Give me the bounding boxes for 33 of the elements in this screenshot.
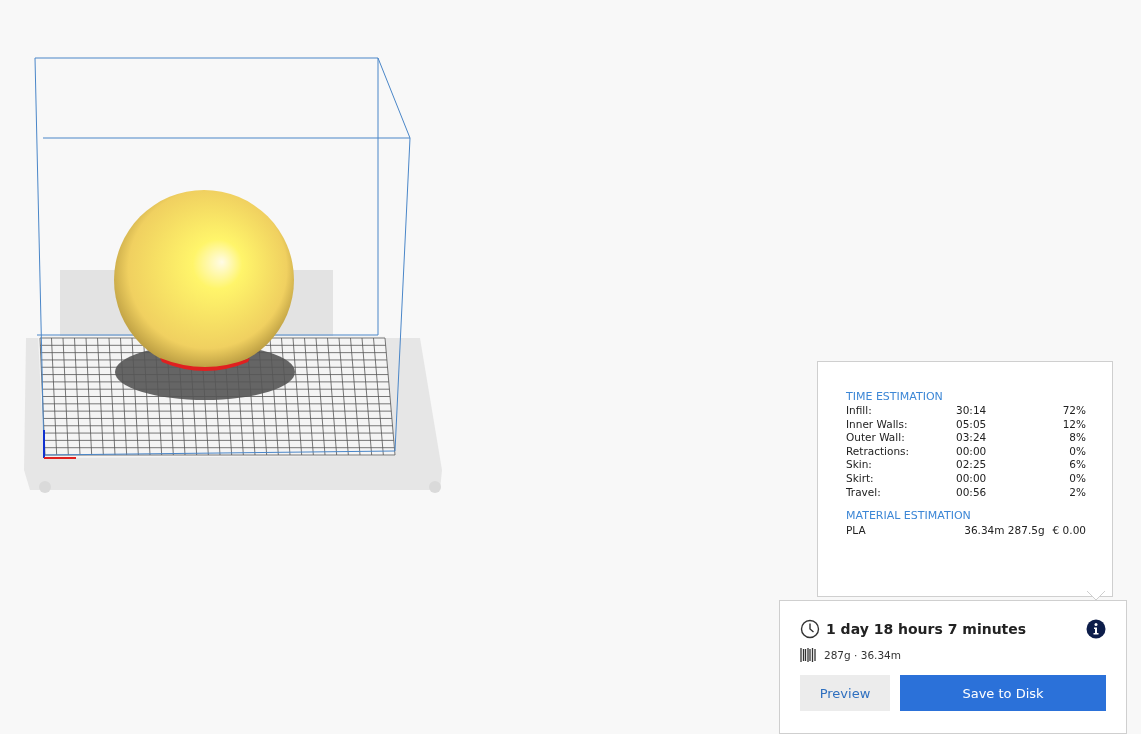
- time-value: 03:24: [956, 431, 988, 445]
- clock-icon: [800, 619, 820, 639]
- row-label: Inner Walls:: [846, 417, 909, 432]
- percent-value: 6%: [1069, 458, 1086, 471]
- axis-drawing: [43, 429, 77, 459]
- preview-button[interactable]: Preview: [800, 675, 890, 711]
- time-value: 00:00: [956, 444, 988, 459]
- print-duration: 1 day 18 hours 7 minutes: [826, 621, 1027, 637]
- percent-value: 72%: [1062, 404, 1086, 416]
- row-label: Skirt:: [846, 471, 875, 486]
- row-label: Travel:: [846, 485, 882, 500]
- row-label: Infill:: [846, 404, 873, 418]
- material-cost: € 0.00: [1052, 523, 1086, 538]
- time-value: 00:00: [956, 471, 988, 486]
- save-button[interactable]: Save to Disk: [900, 675, 1106, 711]
- time-value: 00:56: [956, 485, 988, 500]
- percent-value: 0%: [1069, 471, 1086, 484]
- material-summary: 287g · 36.34m: [824, 649, 901, 661]
- material-amount: 36.34m 287.5g: [964, 524, 1045, 537]
- section-heading: MATERIAL ESTIMATION: [846, 509, 972, 523]
- percent-value: 8%: [1069, 431, 1086, 444]
- percent-value: 12%: [1062, 417, 1086, 430]
- percent-value: 2%: [1069, 485, 1086, 498]
- material-name: PLA: [846, 523, 867, 538]
- info-icon[interactable]: [1086, 619, 1106, 639]
- section-heading: TIME ESTIMATION: [846, 390, 944, 403]
- row-label: Skin:: [846, 458, 873, 472]
- time-value: 30:14: [956, 404, 988, 418]
- row-label: Retractions:: [846, 444, 911, 459]
- time-value: 05:05: [956, 417, 988, 432]
- time-value: 02:25: [956, 458, 988, 472]
- percent-value: 0%: [1069, 444, 1086, 457]
- row-label: Outer Wall:: [846, 431, 906, 445]
